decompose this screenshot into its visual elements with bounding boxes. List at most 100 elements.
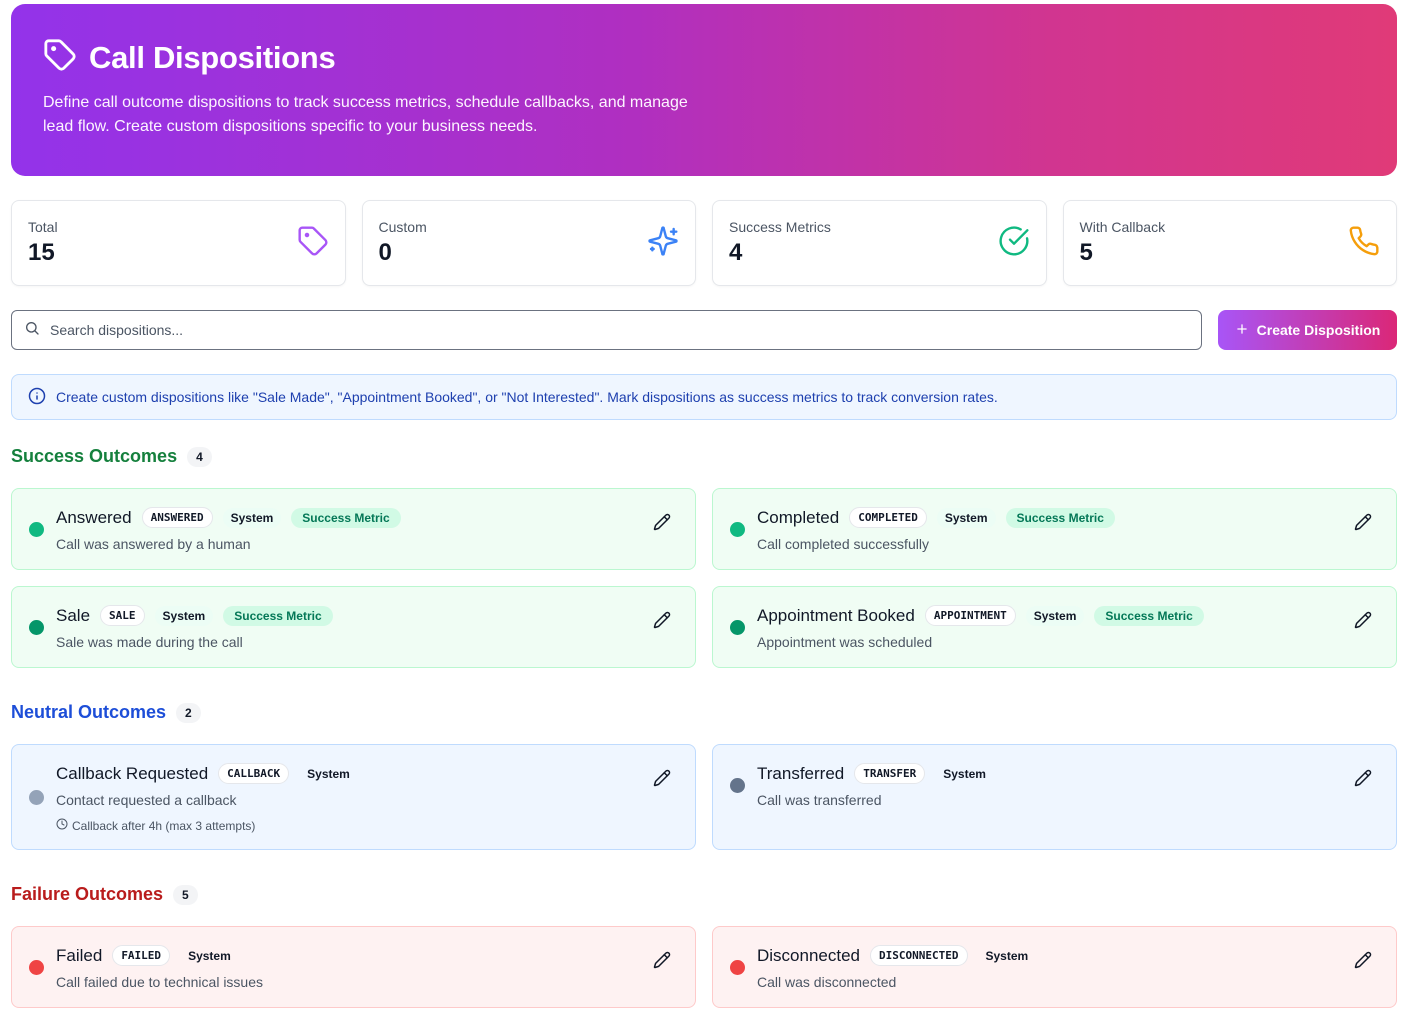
disposition-name: Completed — [757, 507, 840, 527]
disposition-name: Failed — [56, 945, 103, 965]
search-icon — [24, 320, 40, 341]
create-disposition-label: Create Disposition — [1256, 322, 1381, 338]
tag-icon — [297, 225, 329, 262]
status-dot — [29, 620, 44, 635]
disposition-card-sale: Sale SALE System Success Metric Sale was… — [11, 586, 696, 668]
code-badge: APPOINTMENT — [924, 605, 1016, 626]
stat-label: With Callback — [1079, 219, 1166, 235]
section-failure-header: Failure Outcomes 5 — [11, 884, 198, 905]
disposition-description: Call was disconnected — [757, 974, 897, 990]
success-metric-badge: Success Metric — [1094, 605, 1204, 626]
stat-value: 4 — [729, 239, 743, 266]
status-dot — [730, 522, 745, 537]
stat-card-custom: Custom 0 — [361, 200, 696, 286]
disposition-description: Call was transferred — [757, 792, 882, 808]
disposition-name: Disconnected — [757, 945, 861, 965]
disposition-name: Transferred — [757, 763, 845, 783]
code-badge: SALE — [100, 605, 145, 626]
disposition-card-callback-requested: Callback Requested CALLBACK System Conta… — [11, 744, 696, 850]
code-badge: FAILED — [112, 945, 171, 966]
clock-icon — [56, 818, 68, 833]
section-success-header: Success Outcomes 4 — [11, 446, 212, 467]
page-header: Call Dispositions Define call outcome di… — [11, 4, 1397, 176]
code-badge: ANSWERED — [141, 507, 213, 528]
edit-icon[interactable] — [1354, 951, 1372, 969]
disposition-description: Call completed successfully — [757, 536, 929, 552]
disposition-card-transferred: Transferred TRANSFER System Call was tra… — [712, 744, 1397, 850]
code-badge: DISCONNECTED — [870, 945, 968, 966]
disposition-card-answered: Answered ANSWERED System Success Metric … — [11, 488, 696, 570]
count-badge: 5 — [173, 884, 198, 905]
disposition-description: Contact requested a callback — [56, 792, 237, 808]
disposition-name: Appointment Booked — [757, 605, 915, 625]
edit-icon[interactable] — [653, 513, 671, 531]
edit-icon[interactable] — [653, 611, 671, 629]
edit-icon[interactable] — [1354, 611, 1372, 629]
system-badge: System — [154, 605, 214, 626]
system-badge: System — [188, 948, 231, 963]
section-neutral-header: Neutral Outcomes 2 — [11, 702, 201, 723]
stat-label: Total — [28, 219, 58, 235]
stat-card-total: Total 15 — [11, 200, 346, 286]
stat-label: Custom — [378, 219, 427, 235]
section-title: Failure Outcomes — [11, 884, 164, 904]
stat-card-with-callback: With Callback 5 — [1062, 200, 1397, 286]
check-circle-icon — [998, 225, 1030, 262]
edit-icon[interactable] — [1354, 513, 1372, 531]
create-disposition-button[interactable]: Create Disposition — [1218, 310, 1397, 350]
disposition-name: Callback Requested — [56, 763, 209, 783]
success-metric-badge: Success Metric — [1005, 507, 1115, 528]
status-dot — [29, 522, 44, 537]
section-title: Success Outcomes — [11, 446, 178, 466]
stat-label: Success Metrics — [729, 219, 831, 235]
callback-info: Callback after 4h (max 3 attempts) — [56, 818, 651, 833]
success-metric-badge: Success Metric — [291, 507, 401, 528]
status-dot — [730, 960, 745, 975]
success-grid: Answered ANSWERED System Success Metric … — [11, 488, 1397, 668]
disposition-card-completed: Completed COMPLETED System Success Metri… — [712, 488, 1397, 570]
sparkles-icon — [647, 225, 679, 262]
code-badge: COMPLETED — [849, 507, 927, 528]
system-badge: System — [1025, 605, 1085, 626]
page-title: Call Dispositions — [89, 39, 336, 75]
failure-grid: Failed FAILED System Call failed due to … — [11, 926, 1397, 1008]
edit-icon[interactable] — [1354, 769, 1372, 787]
count-badge: 4 — [187, 446, 212, 467]
stat-value: 15 — [28, 239, 55, 266]
status-dot — [29, 960, 44, 975]
neutral-grid: Callback Requested CALLBACK System Conta… — [11, 744, 1397, 850]
code-badge: CALLBACK — [218, 763, 290, 784]
success-metric-badge: Success Metric — [223, 605, 333, 626]
count-badge: 2 — [176, 702, 201, 723]
disposition-description: Call was answered by a human — [56, 536, 251, 552]
phone-icon — [1348, 225, 1380, 262]
system-badge: System — [943, 766, 986, 781]
disposition-name: Sale — [56, 605, 91, 625]
code-badge: TRANSFER — [854, 763, 926, 784]
disposition-card-appointment-booked: Appointment Booked APPOINTMENT System Su… — [712, 586, 1397, 668]
disposition-description: Sale was made during the call — [56, 634, 243, 650]
disposition-description: Appointment was scheduled — [757, 634, 933, 650]
status-dot — [730, 620, 745, 635]
system-badge: System — [307, 766, 350, 781]
edit-icon[interactable] — [653, 951, 671, 969]
status-dot — [29, 790, 44, 805]
stats-row: Total 15 Custom 0 Success Metrics 4 With… — [11, 200, 1397, 286]
system-badge: System — [985, 948, 1029, 963]
info-text: Create custom dispositions like "Sale Ma… — [56, 389, 998, 405]
tag-icon — [43, 38, 77, 77]
disposition-name: Answered — [56, 507, 132, 527]
disposition-description: Call failed due to technical issues — [56, 974, 264, 990]
stat-value: 0 — [378, 239, 392, 266]
search-input[interactable] — [50, 322, 1189, 338]
edit-icon[interactable] — [653, 769, 671, 787]
stat-value: 5 — [1079, 239, 1093, 266]
system-badge: System — [222, 507, 282, 528]
section-title: Neutral Outcomes — [11, 702, 167, 722]
search-box[interactable] — [11, 310, 1202, 350]
status-dot — [730, 778, 745, 793]
system-badge: System — [936, 507, 996, 528]
info-icon — [28, 387, 46, 408]
callback-text: Callback after 4h (max 3 attempts) — [72, 818, 256, 833]
page-description: Define call outcome dispositions to trac… — [43, 94, 688, 135]
